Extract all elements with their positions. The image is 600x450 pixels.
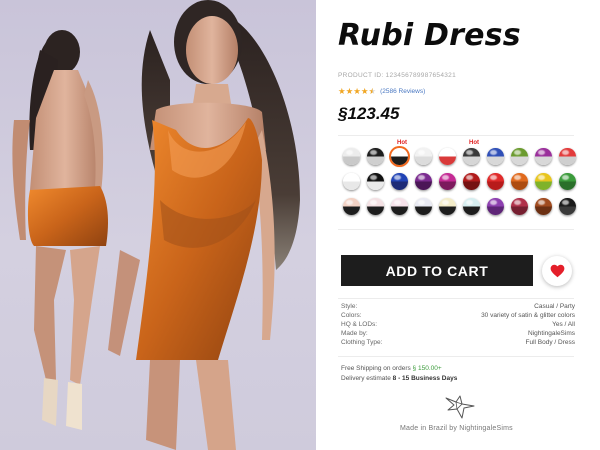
nightingale-bird-logo	[445, 395, 475, 419]
color-swatch[interactable]	[343, 198, 360, 215]
color-swatch[interactable]	[463, 173, 480, 190]
color-swatch[interactable]	[535, 173, 552, 190]
free-shipping-amount: § 150.00+	[412, 365, 442, 372]
color-swatch[interactable]	[367, 148, 384, 165]
free-shipping-line: Free Shipping on orders § 150.00+	[341, 364, 457, 374]
product-price: §123.45	[338, 104, 400, 123]
color-swatch[interactable]	[511, 198, 528, 215]
shipping-info: Free Shipping on orders § 150.00+ Delive…	[341, 364, 457, 384]
spec-value: Casual / Party	[534, 303, 575, 310]
add-to-cart-button[interactable]: ADD TO CART	[341, 255, 533, 286]
hot-badge: Hot	[397, 140, 407, 146]
star-icon: ★	[353, 86, 361, 96]
swatch-row: Hot Hot	[343, 140, 583, 167]
color-swatch[interactable]	[487, 148, 504, 165]
color-swatch[interactable]	[439, 198, 456, 215]
spec-row: Made by: NightingaleSims	[341, 329, 575, 338]
divider	[338, 356, 574, 357]
divider	[338, 298, 574, 299]
star-icon: ★	[345, 86, 354, 96]
divider	[338, 135, 574, 136]
spec-table: Style: Casual / Party Colors: 30 variety…	[341, 302, 575, 347]
color-swatch[interactable]	[343, 173, 360, 190]
spec-label: Made by:	[341, 330, 368, 337]
color-swatch[interactable]	[415, 198, 432, 215]
reviews-link[interactable]: (2586 Reviews)	[380, 88, 425, 95]
color-swatch[interactable]	[559, 173, 576, 190]
spec-label: Clothing Type:	[341, 339, 383, 346]
heart-icon	[550, 264, 564, 278]
star-icon: ★	[360, 86, 369, 96]
swatch-row	[343, 198, 583, 217]
spec-row: Style: Casual / Party	[341, 302, 575, 311]
spec-value: NightingaleSims	[528, 330, 575, 337]
front-view-model	[108, 0, 300, 450]
delivery-estimate: 8 - 15 Business Days	[392, 375, 458, 382]
product-photo	[0, 0, 316, 450]
favorite-button[interactable]	[542, 256, 572, 286]
spec-label: Style:	[341, 303, 358, 310]
color-swatch[interactable]	[415, 148, 432, 165]
half-star-icon: ★	[368, 86, 377, 96]
color-swatch[interactable]	[487, 198, 504, 215]
color-swatch[interactable]	[343, 148, 360, 165]
spec-value: Yes / All	[552, 321, 575, 328]
color-swatch[interactable]	[559, 148, 576, 165]
back-view-model	[12, 30, 109, 430]
color-swatch[interactable]	[463, 198, 480, 215]
color-swatch[interactable]	[415, 173, 432, 190]
spec-row: Clothing Type: Full Body / Dress	[341, 338, 575, 347]
color-swatch[interactable]	[511, 148, 528, 165]
color-swatch[interactable]: Hot	[389, 140, 410, 167]
delivery-text: Delivery estimate	[341, 375, 393, 382]
delivery-line: Delivery estimate 8 - 15 Business Days	[341, 374, 457, 384]
color-swatch[interactable]	[535, 148, 552, 165]
swatch-row	[343, 173, 583, 192]
color-swatch[interactable]	[439, 173, 456, 190]
spec-label: Colors:	[341, 312, 362, 319]
made-by-credit: Made in Brazil by NightingaleSims	[400, 425, 513, 432]
color-swatch[interactable]	[511, 173, 528, 190]
color-swatch[interactable]	[559, 198, 576, 215]
star-rating: ★ ★ ★ ★ ★	[338, 86, 376, 96]
color-swatch[interactable]	[367, 173, 384, 190]
color-swatch[interactable]	[367, 198, 384, 215]
spec-value: 30 variety of satin & glitter colors	[481, 312, 575, 319]
hot-badge: Hot	[469, 140, 479, 146]
spec-value: Full Body / Dress	[525, 339, 576, 346]
product-title: Rubi Dress	[338, 18, 521, 53]
color-swatch[interactable]	[535, 198, 552, 215]
spec-row: HQ & LODs: Yes / All	[341, 320, 575, 329]
spec-label: HQ & LODs:	[341, 321, 378, 328]
product-id: PRODUCT ID: 123456789987654321	[338, 72, 457, 79]
color-swatch[interactable]	[439, 148, 456, 165]
star-icon: ★	[338, 86, 346, 96]
free-shipping-text: Free Shipping on orders	[341, 365, 413, 372]
product-details-panel: Rubi Dress PRODUCT ID: 12345678998765432…	[316, 0, 600, 450]
divider	[338, 229, 574, 230]
model-illustration	[12, 0, 300, 450]
color-swatch[interactable]	[391, 198, 408, 215]
color-swatch[interactable]	[487, 173, 504, 190]
rating-row: ★ ★ ★ ★ ★ (2586 Reviews)	[338, 86, 425, 96]
color-swatch[interactable]: Hot	[463, 140, 480, 165]
color-swatch[interactable]	[391, 173, 408, 190]
spec-row: Colors: 30 variety of satin & glitter co…	[341, 311, 575, 320]
color-swatches: Hot Hot	[343, 140, 583, 223]
